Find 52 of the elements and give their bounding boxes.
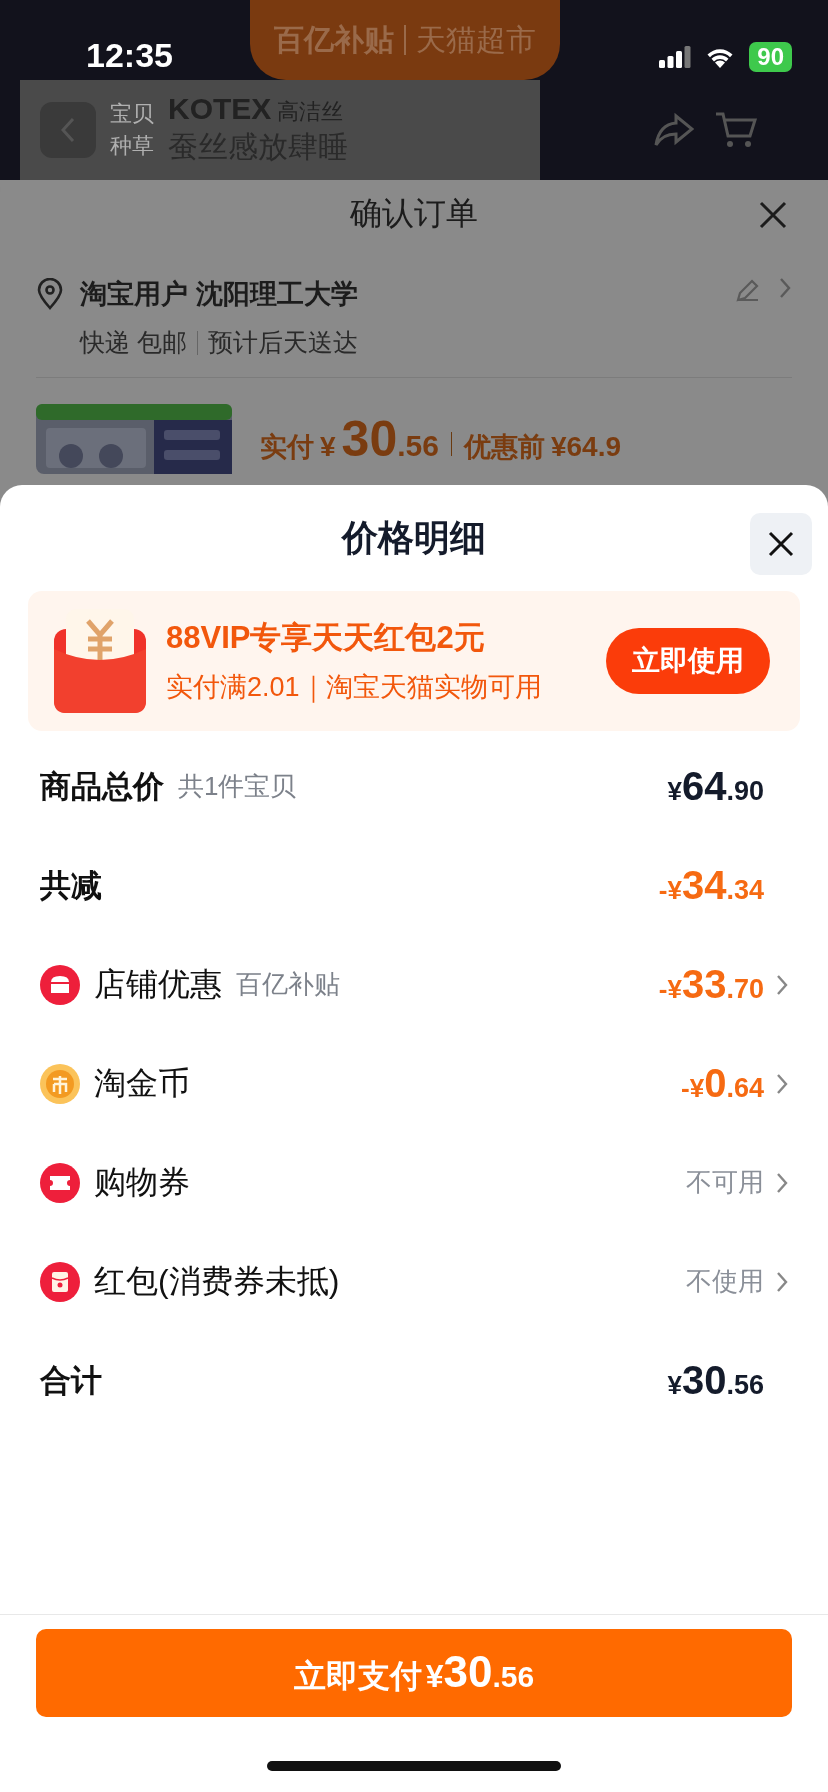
delivery-method: 快递 包邮 [80, 327, 187, 358]
promo-title: 88VIP专享天天红包2元 [166, 619, 486, 657]
price-amount: ¥64.90 [667, 764, 764, 809]
envelope-icon [40, 1261, 80, 1302]
paid-amount: ¥30.56 [320, 410, 439, 468]
price-amount: -¥34.34 [658, 863, 764, 908]
cart-icon[interactable] [714, 110, 758, 150]
row-label: 商品总价 [40, 767, 164, 806]
battery-indicator: 90 [749, 42, 792, 72]
promo-condition: 实付满2.01｜淘宝天猫实物可用 [166, 671, 543, 705]
pay-now-button[interactable]: 立即支付¥30.56 [36, 1629, 792, 1717]
page-tab[interactable]: 种草 [110, 131, 154, 161]
chevron-right-icon[interactable] [778, 276, 792, 300]
banner-text: 天猫超市 [416, 21, 536, 58]
chevron-right-icon[interactable] [776, 1270, 788, 1293]
price-amount: ¥30.56 [667, 1358, 764, 1403]
close-icon[interactable] [758, 200, 788, 230]
sheet-title: 确认订单 [350, 194, 478, 233]
row-label: 红包(消费券未抵) [94, 1261, 340, 1301]
original-price: ¥64.9 [550, 431, 621, 463]
chevron-right-icon[interactable] [776, 973, 788, 996]
price-amount: -¥33.70 [658, 962, 764, 1007]
row-note: 共1件宝贝 [178, 770, 297, 803]
row-status[interactable]: 不使用 [686, 1264, 764, 1299]
location-pin-icon [36, 278, 64, 310]
row-label: 购物券 [94, 1162, 190, 1202]
close-button[interactable] [750, 513, 812, 575]
delivery-estimate: 预计后天送达 [207, 327, 358, 358]
coin-icon [40, 1063, 80, 1104]
page-tab[interactable]: 宝贝 [110, 99, 154, 129]
row-note: 百亿补贴 [236, 968, 340, 1001]
coupon-icon [40, 1162, 80, 1203]
use-now-button[interactable]: 立即使用 [606, 628, 770, 694]
chevron-right-icon[interactable] [776, 1072, 788, 1095]
price-amount: -¥0.64 [681, 1061, 764, 1106]
row-label: 淘金币 [94, 1063, 190, 1103]
shop-icon [40, 964, 80, 1005]
row-label: 店铺优惠 [94, 964, 222, 1004]
share-icon[interactable] [654, 112, 694, 148]
row-status[interactable]: 不可用 [686, 1165, 764, 1200]
signal-icon [659, 46, 692, 68]
chevron-right-icon[interactable] [776, 1171, 788, 1194]
address-name[interactable]: 淘宝用户 沈阳理工大学 [80, 276, 718, 312]
original-price-label: 优惠前 [463, 431, 545, 464]
back-icon [61, 117, 75, 143]
paid-label: 实付 [260, 431, 314, 464]
status-time: 12:35 [86, 36, 173, 75]
sheet-title: 价格明细 [342, 515, 486, 560]
row-label: 共减 [40, 866, 102, 905]
banner-text: 百亿补贴 [274, 21, 394, 58]
row-label: 合计 [40, 1361, 102, 1400]
close-icon [767, 530, 795, 558]
